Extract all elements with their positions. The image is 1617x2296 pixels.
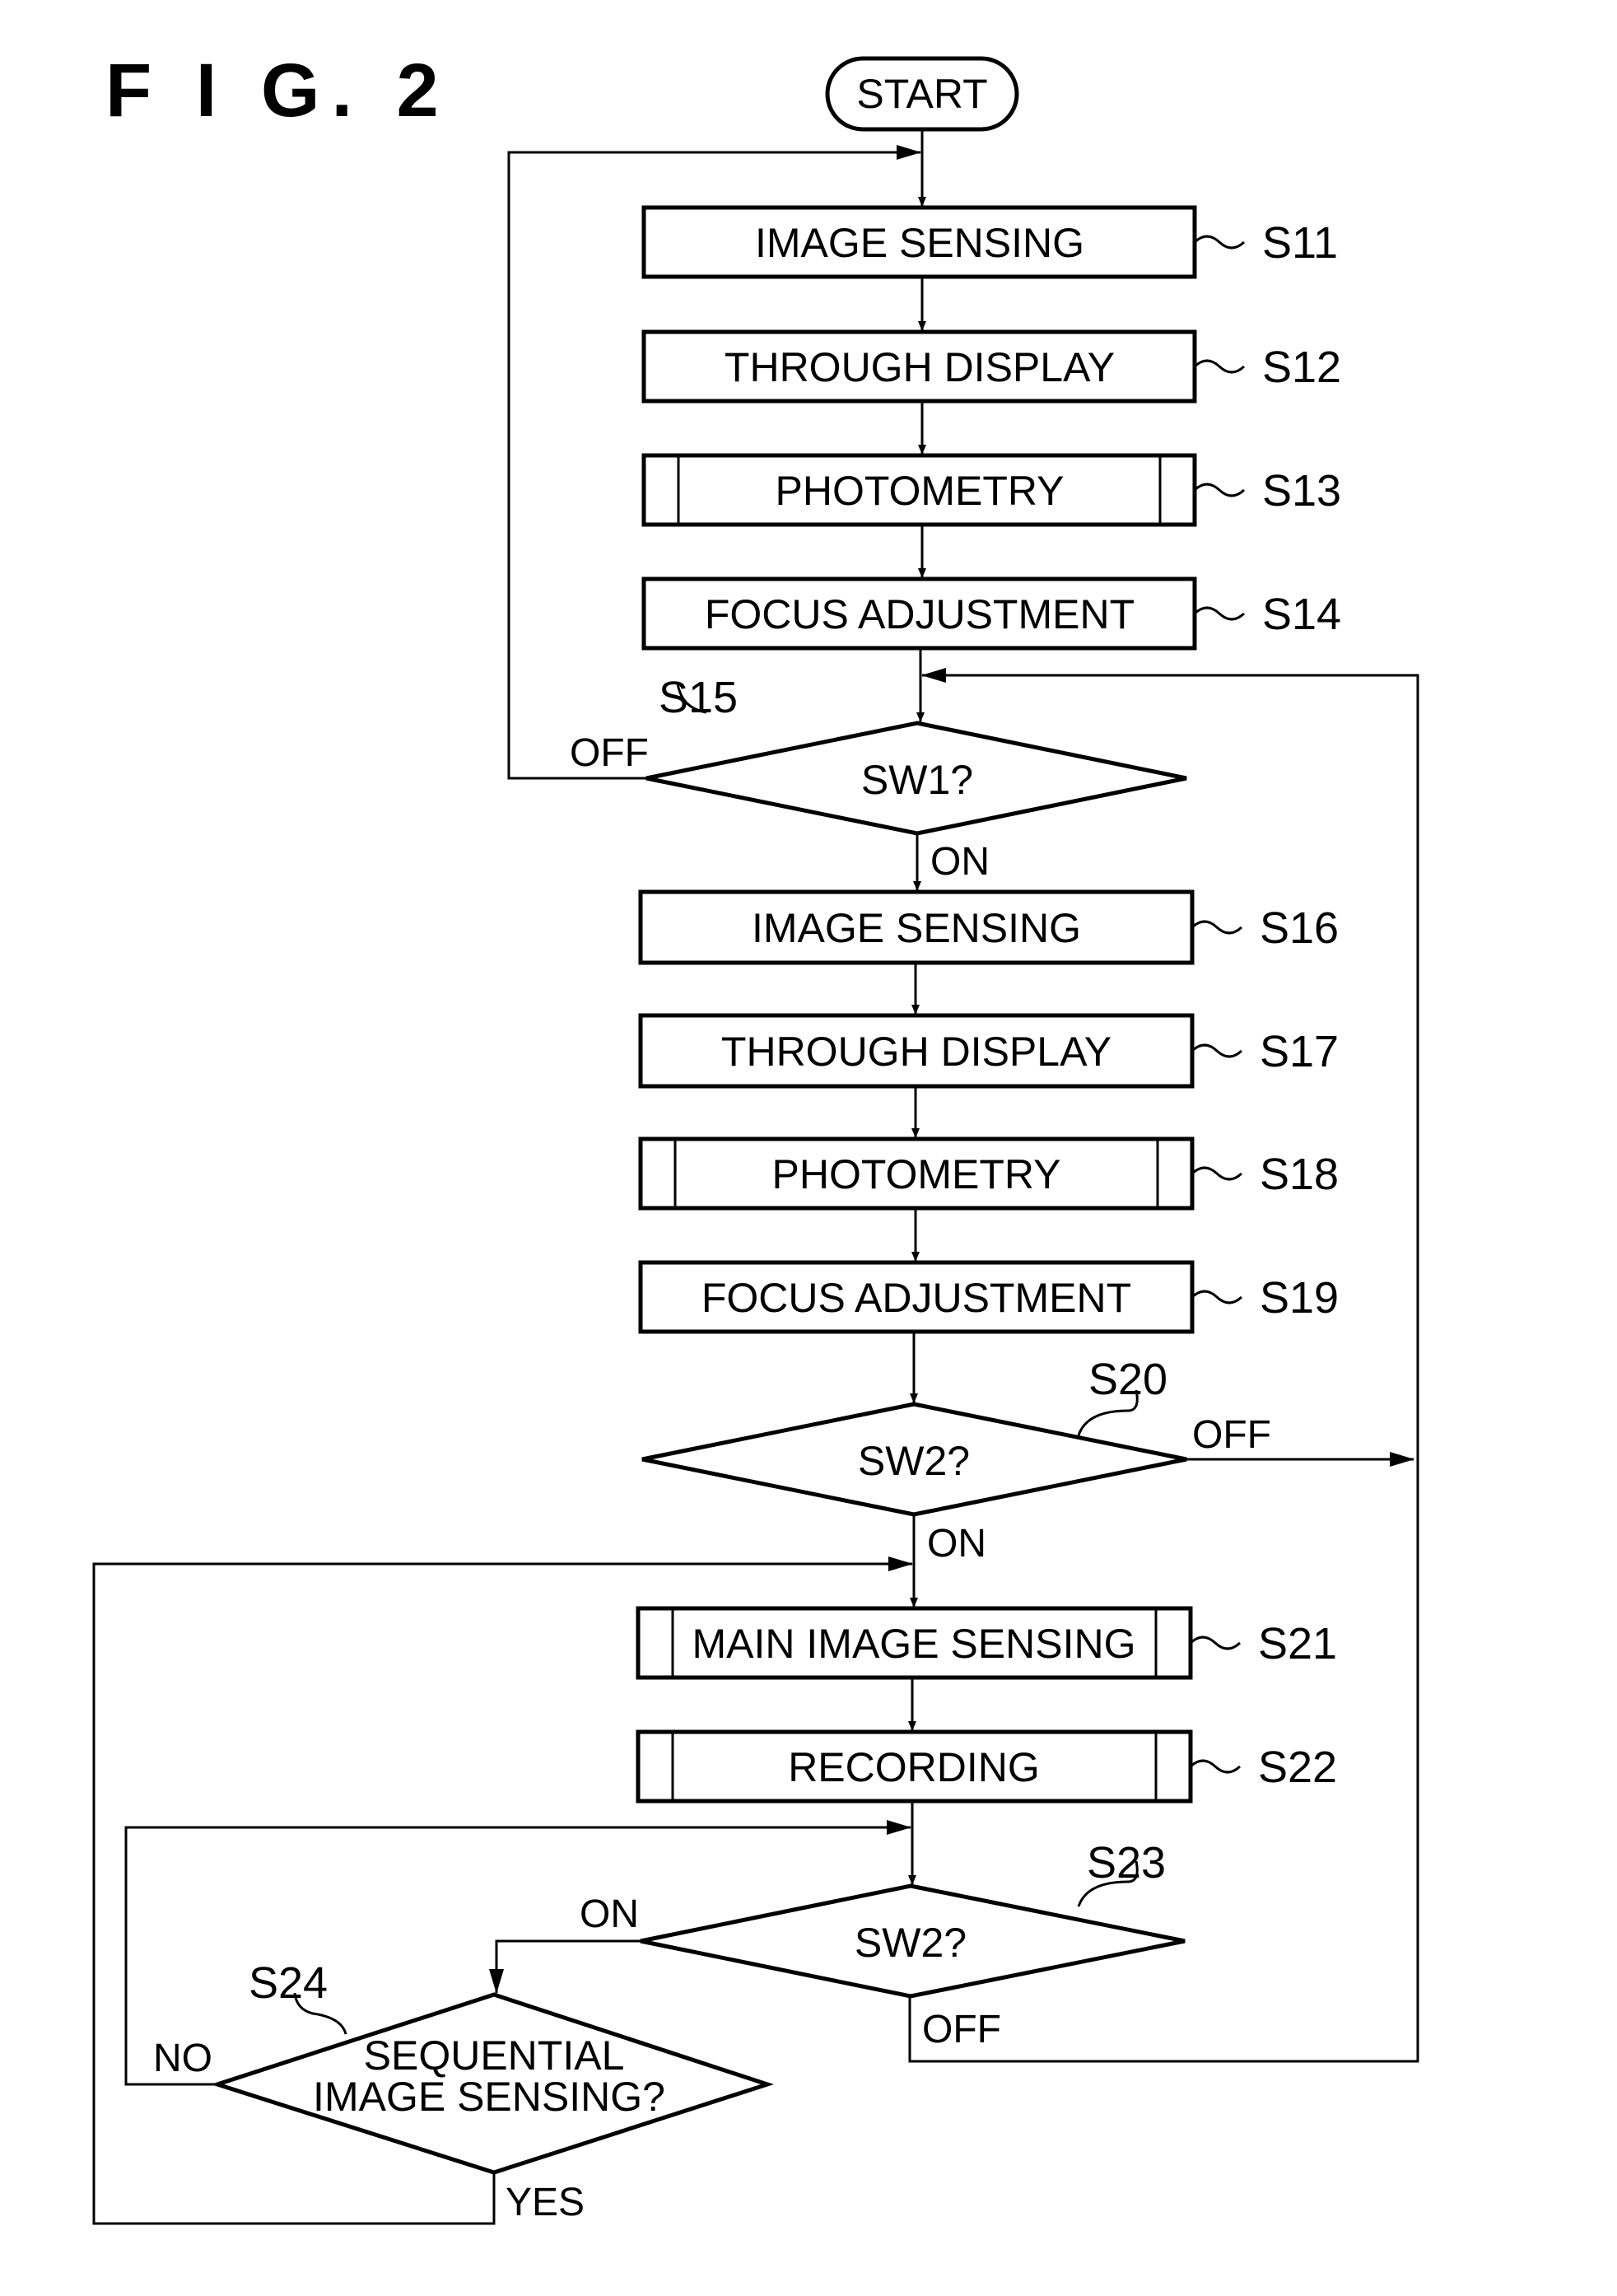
decision-s24-label-line1: SEQUENTIAL <box>364 2032 625 2079</box>
step-s22-label: RECORDING <box>788 1744 1040 1790</box>
step-id-s22: S22 <box>1258 1743 1337 1792</box>
step-s12: THROUGH DISPLAY <box>641 329 1197 404</box>
branch-s24-no: NO <box>153 2037 212 2080</box>
step-s19: FOCUS ADJUSTMENT <box>638 1260 1195 1334</box>
step-s11-label: IMAGE SENSING <box>755 220 1084 266</box>
decision-s20-label: SW2? <box>858 1438 970 1484</box>
step-id-s24: S24 <box>249 1958 328 2008</box>
start-label: START <box>856 71 987 117</box>
step-s14-label: FOCUS ADJUSTMENT <box>705 591 1135 637</box>
step-id-s23: S23 <box>1087 1838 1166 1888</box>
decision-s15: SW1? <box>645 721 1187 836</box>
step-id-s18: S18 <box>1260 1150 1339 1199</box>
tilde-s21 <box>1189 1636 1242 1650</box>
tilde-s18 <box>1191 1166 1243 1181</box>
step-id-s13: S13 <box>1262 466 1341 516</box>
branch-s23-on: ON <box>580 1892 639 1936</box>
step-id-s21: S21 <box>1258 1619 1337 1668</box>
step-s22: RECORDING <box>636 1729 1193 1804</box>
tilde-s14 <box>1193 606 1246 621</box>
decision-s20: SW2? <box>641 1402 1187 1517</box>
step-s11: IMAGE SENSING <box>641 205 1197 279</box>
branch-s24-yes: YES <box>506 2181 585 2224</box>
step-s18-label: PHOTOMETRY <box>772 1151 1061 1197</box>
tilde-s12 <box>1193 359 1246 374</box>
tilde-s22 <box>1189 1759 1242 1774</box>
branch-s20-off: OFF <box>1192 1413 1271 1457</box>
step-s18: PHOTOMETRY <box>638 1136 1195 1211</box>
step-id-s11: S11 <box>1262 218 1338 268</box>
step-s19-label: FOCUS ADJUSTMENT <box>701 1275 1131 1321</box>
decision-s23-label: SW2? <box>855 1920 967 1966</box>
step-s16-label: IMAGE SENSING <box>752 905 1081 951</box>
step-s16: IMAGE SENSING <box>638 889 1195 965</box>
step-id-s17: S17 <box>1260 1027 1339 1076</box>
branch-s15-off: OFF <box>570 731 649 775</box>
step-s13: PHOTOMETRY <box>641 453 1197 527</box>
step-s17: THROUGH DISPLAY <box>638 1013 1195 1089</box>
arrow-s23-on <box>489 1939 641 1994</box>
decision-s15-label: SW1? <box>861 757 973 803</box>
step-s13-label: PHOTOMETRY <box>776 468 1065 514</box>
tilde-s13 <box>1193 483 1246 497</box>
step-s21-label: MAIN IMAGE SENSING <box>692 1621 1136 1667</box>
decision-s24-label-line2: IMAGE SENSING? <box>313 2074 665 2120</box>
start-terminator: START <box>825 56 1019 132</box>
step-s14: FOCUS ADJUSTMENT <box>641 576 1197 651</box>
step-id-s19: S19 <box>1260 1273 1339 1323</box>
decision-s23: SW2? <box>640 1883 1186 1999</box>
branch-s15-on: ON <box>930 840 990 884</box>
tilde-s11 <box>1193 235 1246 250</box>
flowchart: START IMAGE SENSING THROUGH DISPLAY PHOT… <box>92 56 1419 2225</box>
branch-s23-off: OFF <box>922 2008 1001 2051</box>
decision-s24: SEQUENTIAL IMAGE SENSING? <box>210 1992 775 2175</box>
step-id-s20: S20 <box>1088 1355 1167 1404</box>
step-s12-label: THROUGH DISPLAY <box>725 344 1115 390</box>
tilde-s19 <box>1191 1290 1243 1304</box>
step-s21: MAIN IMAGE SENSING <box>636 1606 1193 1680</box>
step-id-s12: S12 <box>1262 343 1341 392</box>
tilde-s16 <box>1191 920 1243 935</box>
step-id-s16: S16 <box>1260 903 1339 953</box>
tilde-s17 <box>1191 1043 1243 1058</box>
branch-s20-on: ON <box>927 1522 986 1566</box>
step-id-s15: S15 <box>659 673 738 722</box>
step-s17-label: THROUGH DISPLAY <box>721 1029 1111 1075</box>
step-id-s14: S14 <box>1262 590 1341 639</box>
